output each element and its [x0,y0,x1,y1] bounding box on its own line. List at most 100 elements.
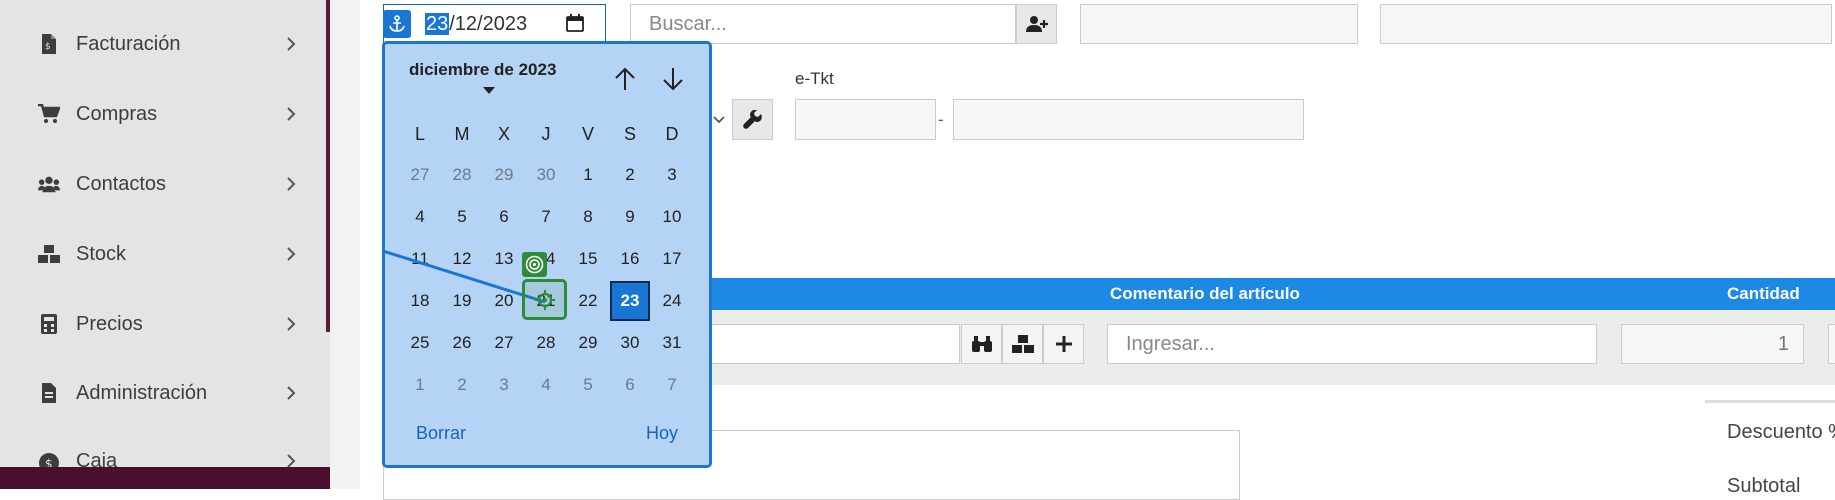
datepicker-day[interactable]: 1 [568,155,608,195]
datepicker-day[interactable]: 20 [484,281,524,321]
datepicker-day[interactable]: 18 [400,281,440,321]
calendar-icon[interactable] [566,14,584,32]
datepicker-day[interactable]: 5 [568,365,608,405]
add-item-button[interactable] [1043,324,1084,364]
add-user-button[interactable] [1016,4,1057,44]
header-field-a[interactable] [1080,4,1358,44]
datepicker-day[interactable]: 13 [484,239,524,279]
datepicker-day[interactable]: 28 [442,155,482,195]
weekday-header: L [414,124,425,144]
datepicker-day[interactable]: 7 [652,365,692,405]
sidebar-item-label: Compras [76,102,158,125]
datepicker-day[interactable]: 11 [400,239,440,279]
datepicker-day[interactable]: 25 [400,323,440,363]
datepicker-day[interactable]: 2 [442,365,482,405]
sidebar-item-label: Precios [76,312,143,335]
datepicker-day[interactable]: 19 [442,281,482,321]
click-marker-icon [522,279,567,320]
datepicker-day[interactable]: 12 [442,239,482,279]
date-day-segment[interactable]: 23 [425,13,450,35]
etkt-prefix-field[interactable] [795,99,936,140]
datepicker-day-selected[interactable]: 23 [610,281,650,321]
sidebar-item-compras[interactable]: Compras [0,89,320,139]
client-search-input[interactable] [630,4,1016,44]
item-next-field[interactable] [1828,324,1835,364]
caret-down-icon[interactable] [483,87,495,94]
subtotal-label: Subtotal [1727,475,1801,497]
date-value[interactable]: 23/12/2023 [425,13,527,36]
datepicker-day[interactable]: 1 [400,365,440,405]
content-gutter [330,0,360,489]
sidebar-item-precios[interactable]: Precios [0,299,320,349]
user-plus-icon [1025,16,1048,32]
datepicker-day[interactable]: 4 [526,365,566,405]
datepicker-day[interactable]: 24 [652,281,692,321]
sidebar-item-caja[interactable]: $ Caja [0,438,320,467]
etkt-number-field[interactable] [953,99,1304,140]
datepicker-clear-button[interactable]: Borrar [416,423,466,444]
datepicker-day[interactable]: 27 [484,323,524,363]
item-comment-input[interactable] [1107,324,1597,364]
datepicker-day[interactable]: 7 [526,197,566,237]
datepicker-day[interactable]: 29 [484,155,524,195]
sidebar-item-label: Facturación [76,32,181,55]
datepicker-day[interactable]: 26 [442,323,482,363]
datepicker-day[interactable]: 22 [568,281,608,321]
settings-button[interactable] [732,99,773,140]
calculator-icon [38,313,60,335]
etkt-separator: - [938,110,944,129]
sidebar-item-label: Stock [76,242,127,265]
search-product-button[interactable] [961,324,1002,364]
datepicker-day[interactable]: 15 [568,239,608,279]
sidebar-item-facturacion[interactable]: $ Facturación [0,19,320,69]
datepicker-day[interactable]: 2 [610,155,650,195]
datepicker-day[interactable]: 28 [526,323,566,363]
datepicker-day[interactable]: 6 [484,197,524,237]
chevron-right-icon [284,37,298,51]
chevron-right-icon [284,177,298,191]
datepicker-day[interactable]: 16 [610,239,650,279]
datepicker-day[interactable]: 3 [484,365,524,405]
weekday-header: J [541,124,551,144]
datepicker-day[interactable]: 10 [652,197,692,237]
arrow-down-icon[interactable] [658,64,688,94]
sidebar-item-contactos[interactable]: Contactos [0,159,320,209]
datepicker-day[interactable]: 9 [610,197,650,237]
item-code-input[interactable] [700,324,960,364]
binoculars-icon [971,336,992,352]
header-field-b[interactable] [1380,4,1832,44]
sidebar-item-label: Contactos [76,172,167,195]
datepicker-day[interactable]: 6 [610,365,650,405]
sidebar-item-stock[interactable]: Stock [0,229,320,279]
datepicker-day[interactable]: 4 [400,197,440,237]
anchor-icon[interactable] [383,10,411,38]
chevron-right-icon [284,247,298,261]
datepicker-day[interactable]: 31 [652,323,692,363]
document-icon [38,382,60,404]
datepicker-day[interactable]: 17 [652,239,692,279]
weekday-header: X [497,124,510,144]
item-quantity-input[interactable] [1621,324,1804,364]
datepicker-day[interactable]: 8 [568,197,608,237]
sidebar-footer-bar [0,467,330,489]
column-header-quantity: Cantidad [1727,284,1800,303]
column-header-comment: Comentario del artículo [1110,284,1300,303]
stock-button[interactable] [1002,324,1043,364]
datepicker-day[interactable]: 27 [400,155,440,195]
datepicker-month-label[interactable]: diciembre de 2023 [409,60,556,80]
chevron-right-icon [284,107,298,121]
datepicker-day[interactable]: 30 [526,155,566,195]
sidebar-item-administracion[interactable]: Administración [0,368,320,418]
cart-icon [38,103,60,125]
datepicker-day[interactable]: 5 [442,197,482,237]
discount-label: Descuento % [1727,421,1835,443]
cash-icon: $ [38,452,60,467]
datepicker-day[interactable]: 29 [568,323,608,363]
datepicker-day[interactable]: 3 [652,155,692,195]
chevron-right-icon [284,386,298,400]
wrench-icon [742,109,762,129]
date-rest-segment[interactable]: /12/2023 [449,13,527,35]
arrow-up-icon[interactable] [610,64,640,94]
datepicker-today-button[interactable]: Hoy [646,423,678,444]
datepicker-day[interactable]: 30 [610,323,650,363]
